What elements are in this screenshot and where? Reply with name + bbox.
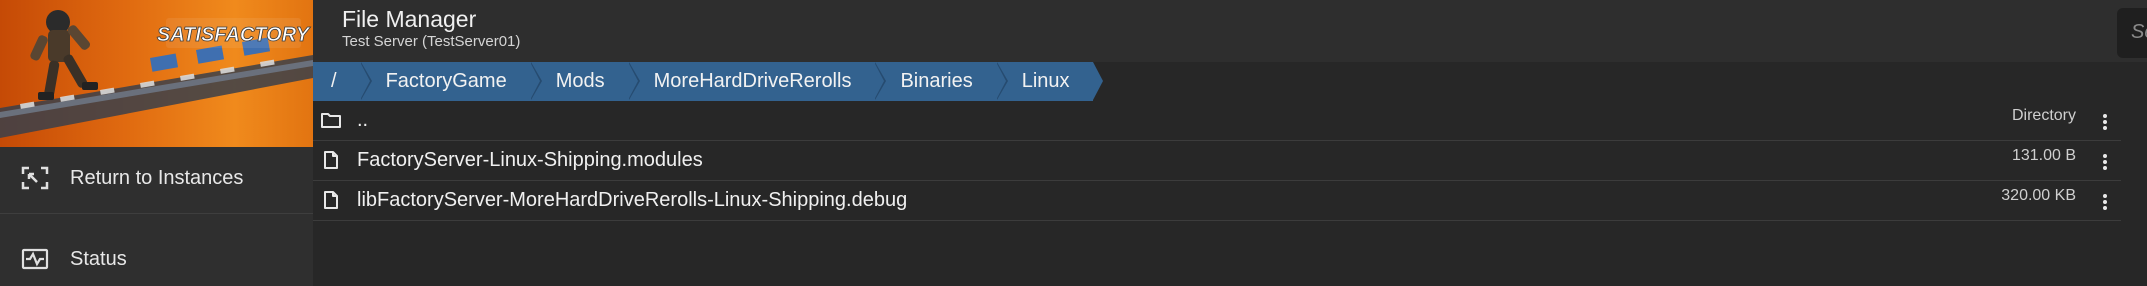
file-size: 131.00 B <box>2011 147 2076 164</box>
app-window: SATISFACTORY Return to Instances Status <box>0 0 2147 286</box>
file-name: .. <box>357 109 369 131</box>
sidebar-divider <box>0 213 313 214</box>
more-options-icon[interactable] <box>2095 192 2115 212</box>
server-name: Test Server (TestServer01) <box>342 33 521 50</box>
sidebar-item-label: Return to Instances <box>70 166 244 189</box>
game-logo: SATISFACTORY <box>157 24 311 46</box>
file-icon <box>320 150 342 170</box>
breadcrumb-mods[interactable]: Mods <box>529 62 640 101</box>
breadcrumb-morehardrivererolls[interactable]: MoreHardDriveRerolls <box>627 62 887 101</box>
sidebar: SATISFACTORY Return to Instances Status <box>0 0 313 286</box>
breadcrumb: / FactoryGame Mods MoreHardDriveRerolls … <box>313 62 1103 101</box>
sidebar-item-label: Status <box>70 247 127 270</box>
folder-icon <box>320 110 342 130</box>
status-icon <box>20 244 50 274</box>
search-box[interactable] <box>2117 8 2147 58</box>
file-row[interactable]: FactoryServer-Linux-Shipping.modules 131… <box>313 141 2121 181</box>
more-options-icon[interactable] <box>2095 112 2115 132</box>
breadcrumb-binaries[interactable]: Binaries <box>874 62 1009 101</box>
more-options-icon[interactable] <box>2095 152 2115 172</box>
file-row[interactable]: libFactoryServer-MoreHardDriveRerolls-Li… <box>313 181 2121 221</box>
page-header: File Manager Test Server (TestServer01) <box>313 0 2147 62</box>
breadcrumb-root[interactable]: / <box>313 62 372 101</box>
file-name: FactoryServer-Linux-Shipping.modules <box>357 149 703 171</box>
file-row-parent-directory[interactable]: .. Directory <box>313 101 2121 141</box>
sidebar-item-status[interactable]: Status <box>0 224 313 286</box>
file-size: Directory <box>2011 107 2076 124</box>
page-title: File Manager <box>342 6 477 32</box>
file-icon <box>320 190 342 210</box>
sidebar-item-return-to-instances[interactable]: Return to Instances <box>0 143 313 213</box>
search-input[interactable] <box>2117 8 2147 44</box>
return-to-instances-icon <box>20 163 50 193</box>
game-banner-image: SATISFACTORY <box>0 0 313 147</box>
breadcrumb-factorygame[interactable]: FactoryGame <box>359 62 542 101</box>
banner-art: SATISFACTORY <box>0 10 313 138</box>
file-list: .. Directory FactoryServer-Linux-Shippin… <box>313 101 2121 221</box>
breadcrumb-linux[interactable]: Linux <box>995 62 1103 101</box>
file-name: libFactoryServer-MoreHardDriveRerolls-Li… <box>357 189 908 211</box>
file-size: 320.00 KB <box>2001 187 2076 204</box>
